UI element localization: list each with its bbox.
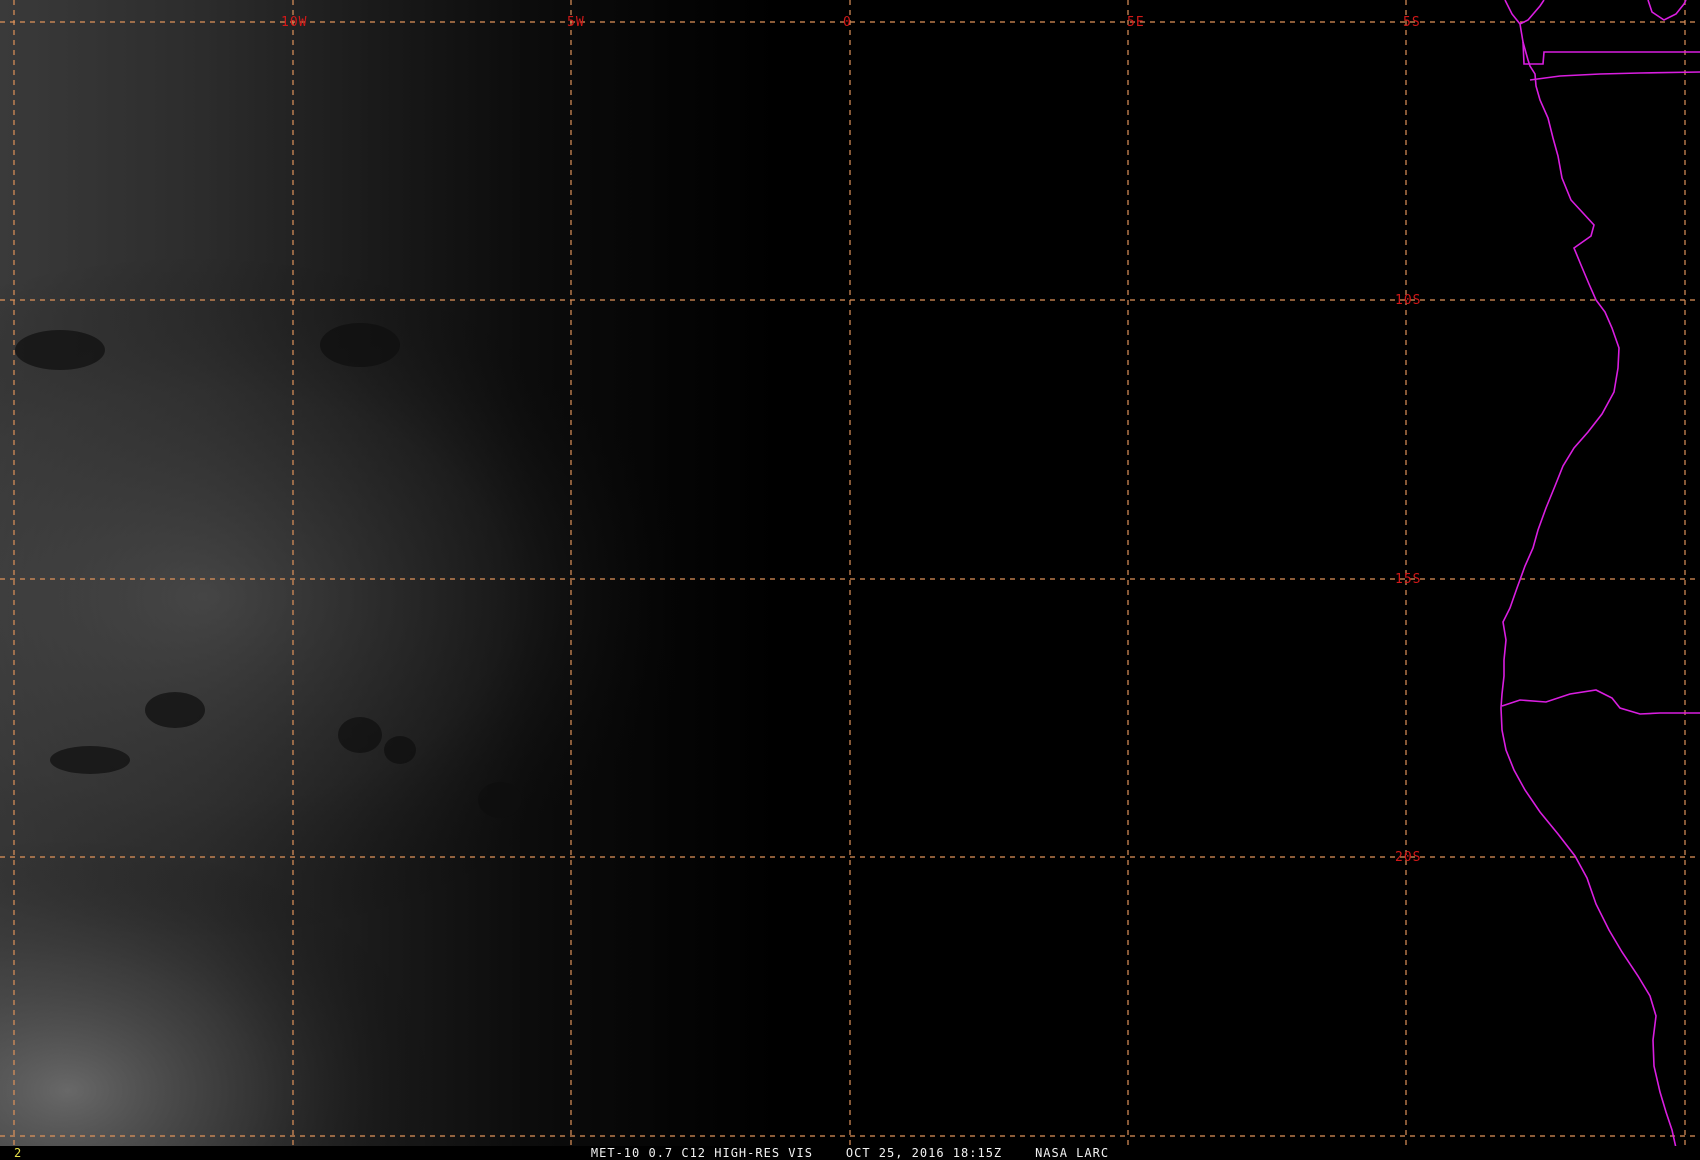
- caption-product: MET-10 0.7 C12 HIGH-RES VIS: [590, 1146, 813, 1160]
- satellite-image-frame: 10W 5W 0 5E 5S 10S 15S 20S 2 MET-10 0.7 …: [0, 0, 1700, 1160]
- image-caption: MET-10 0.7 C12 HIGH-RES VIS OCT 25, 2016…: [0, 1146, 1700, 1160]
- latitude-label: 15S: [1395, 572, 1421, 587]
- latitude-label: 20S: [1395, 850, 1421, 865]
- latitude-label: 5S: [1403, 15, 1421, 30]
- longitude-label: 10W: [281, 15, 307, 30]
- satellite-map: 10W 5W 0 5E 5S 10S 15S 20S: [0, 0, 1700, 1148]
- caption-source: NASA LARC: [1035, 1146, 1110, 1160]
- longitude-label: 5W: [567, 15, 585, 30]
- longitude-label: 0: [843, 15, 852, 30]
- status-bar: 2 MET-10 0.7 C12 HIGH-RES VIS OCT 25, 20…: [0, 1146, 1700, 1160]
- longitude-label: 5E: [1127, 15, 1145, 30]
- latitude-label: 10S: [1395, 293, 1421, 308]
- caption-datetime: OCT 25, 2016 18:15Z: [845, 1146, 1003, 1160]
